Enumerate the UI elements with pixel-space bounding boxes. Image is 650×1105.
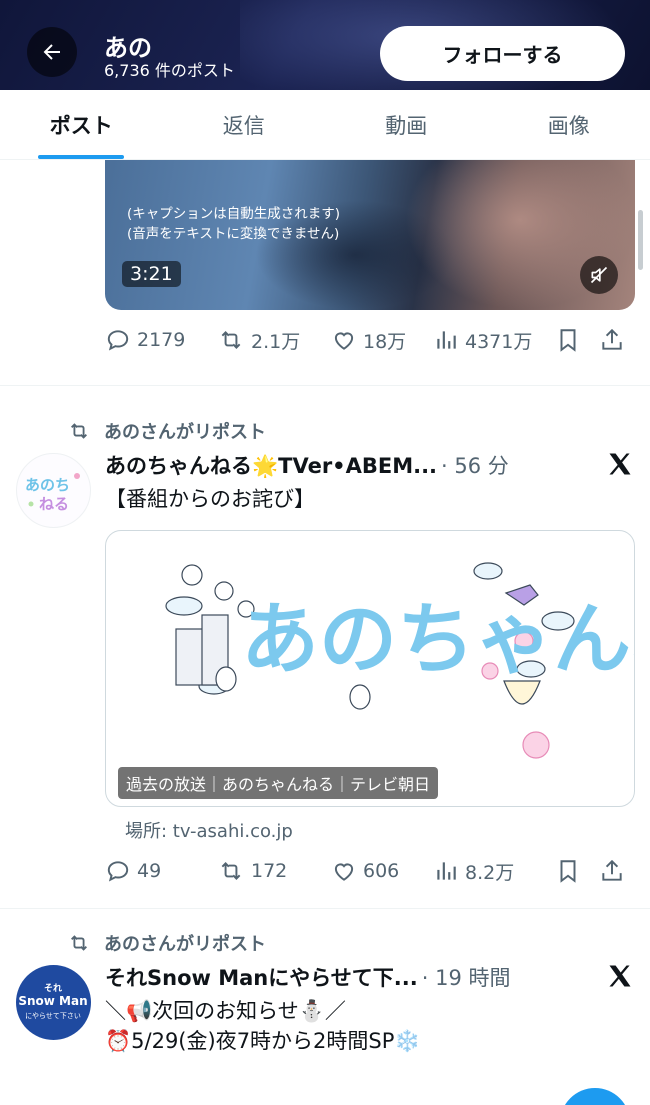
tab-posts[interactable]: ポスト [0, 90, 163, 159]
tweet-time[interactable]: · 56 分 [441, 450, 509, 480]
post-2-actions: 49 172 606 8.2万 [105, 853, 635, 889]
card-domain[interactable]: 場所: tv-asahi.co.jp [125, 817, 293, 843]
like-button[interactable]: 606 [331, 858, 433, 884]
arrow-left-icon [43, 44, 60, 60]
video-duration: 3:21 [122, 261, 181, 287]
compose-button[interactable] [560, 1088, 630, 1105]
tweet-text: 【番組からのお詫び】 [105, 487, 315, 511]
avatar-line-3: にやらせて下さい [25, 1012, 81, 1020]
avatar[interactable]: それ Snow Man にやらせて下さい [16, 965, 91, 1040]
repost-icon [71, 423, 87, 439]
reply-button[interactable]: 49 [105, 858, 217, 884]
back-button[interactable] [27, 27, 77, 77]
divider [0, 385, 650, 386]
repost-icon [221, 862, 241, 880]
like-count: 18万 [363, 330, 407, 353]
profile-tabs: ポスト 返信 動画 画像 [0, 90, 650, 160]
speaker-muted-icon [590, 266, 608, 284]
tweet-time[interactable]: · 19 時間 [422, 962, 511, 992]
mute-button[interactable] [580, 256, 618, 294]
heart-icon [334, 332, 354, 350]
share-button[interactable] [599, 858, 631, 884]
tab-videos[interactable]: 動画 [325, 90, 488, 159]
tweet-line-2: ⏰5/29(金)夜7時から2時間SP❄️ [105, 1029, 421, 1053]
bookmark-button[interactable] [555, 858, 599, 884]
x-logo-icon [609, 965, 631, 987]
reply-icon [107, 330, 129, 351]
heart-icon [334, 863, 354, 881]
bookmark-icon [560, 329, 576, 352]
repost-note: あのさんがリポスト [66, 418, 266, 444]
repost-note-text: あのさんがリポスト [104, 422, 266, 443]
x-logo-icon [609, 453, 631, 475]
scrollbar[interactable] [638, 210, 643, 270]
repost-button[interactable]: 2.1万 [217, 327, 331, 354]
divider [0, 908, 650, 909]
snowman-show-logo: それ Snow Man にやらせて下さい [18, 983, 87, 1020]
author-name[interactable]: それSnow Manにやらせて下... [105, 962, 418, 992]
repost-icon [221, 331, 241, 349]
post-count: 6,736 件のポスト [104, 61, 235, 80]
repost-note: あのさんがリポスト [66, 930, 266, 956]
bookmark-icon [560, 860, 576, 883]
video-player[interactable]: (キャプションは自動生成されます) (音声をテキストに変換できません) 3:21 [105, 160, 635, 310]
repost-icon [71, 935, 87, 951]
reply-count: 49 [137, 860, 162, 882]
profile-header: あの 6,736 件のポスト フォローする [0, 0, 650, 90]
svg-text:ねる: ねる [39, 495, 69, 513]
tweet-header: あのちゃんねる🌟TVer•ABEM... · 56 分 [105, 450, 509, 480]
author-name[interactable]: あのちゃんねる🌟TVer•ABEM... [105, 450, 437, 480]
reply-button[interactable]: 2179 [105, 327, 217, 353]
share-icon [602, 859, 622, 881]
svg-text:あのち: あのち [25, 476, 70, 494]
views-button[interactable]: 8.2万 [433, 858, 555, 885]
views-button[interactable]: 4371万 [433, 327, 555, 354]
card-image: あのちゃんねる [165, 562, 635, 759]
repost-count: 2.1万 [251, 330, 301, 353]
views-chart-icon [437, 862, 456, 880]
share-icon [602, 328, 622, 350]
share-button[interactable] [599, 327, 631, 353]
tweet-header: それSnow Manにやらせて下... · 19 時間 [105, 962, 511, 992]
repost-note-text: あのさんがリポスト [104, 934, 266, 955]
view-count: 8.2万 [465, 861, 515, 884]
card-label: 過去の放送｜あのちゃんねる｜テレビ朝日 [118, 767, 439, 799]
anochannel-logo: あのち ねる [25, 473, 80, 513]
reply-count: 2179 [137, 329, 186, 351]
bookmark-button[interactable] [555, 327, 599, 353]
avatar-line-2: Snow Man [18, 994, 87, 1008]
views-chart-icon [437, 331, 456, 349]
card-title-art: あのちゃんねる [241, 595, 635, 685]
repost-button[interactable]: 172 [217, 858, 331, 884]
caption-line-2: (音声をテキストに変換できません) [127, 226, 340, 242]
repost-count: 172 [251, 860, 288, 882]
tab-images[interactable]: 画像 [488, 90, 650, 159]
avatar[interactable]: あのち ねる [16, 453, 91, 528]
like-button[interactable]: 18万 [331, 327, 433, 354]
link-card[interactable]: あのちゃんねる 過去の放送｜あのちゃんねる｜テレビ朝日 [105, 530, 635, 807]
tweet-text: ＼📢次回のお知らせ⛄／ ⏰5/29(金)夜7時から2時間SP❄️ [105, 996, 421, 1056]
tab-replies[interactable]: 返信 [163, 90, 326, 159]
avatar-line-1: それ [44, 983, 62, 994]
caption-line-1: (キャプションは自動生成されます) [127, 206, 341, 222]
like-count: 606 [363, 860, 400, 882]
post-1-actions: 2179 2.1万 18万 4371万 [105, 322, 635, 358]
view-count: 4371万 [465, 330, 533, 353]
reply-icon [107, 861, 129, 882]
follow-button[interactable]: フォローする [380, 26, 625, 81]
tweet-line-1: ＼📢次回のお知らせ⛄／ [105, 999, 346, 1023]
video-caption: (キャプションは自動生成されます) (音声をテキストに変換できません) [127, 204, 340, 244]
